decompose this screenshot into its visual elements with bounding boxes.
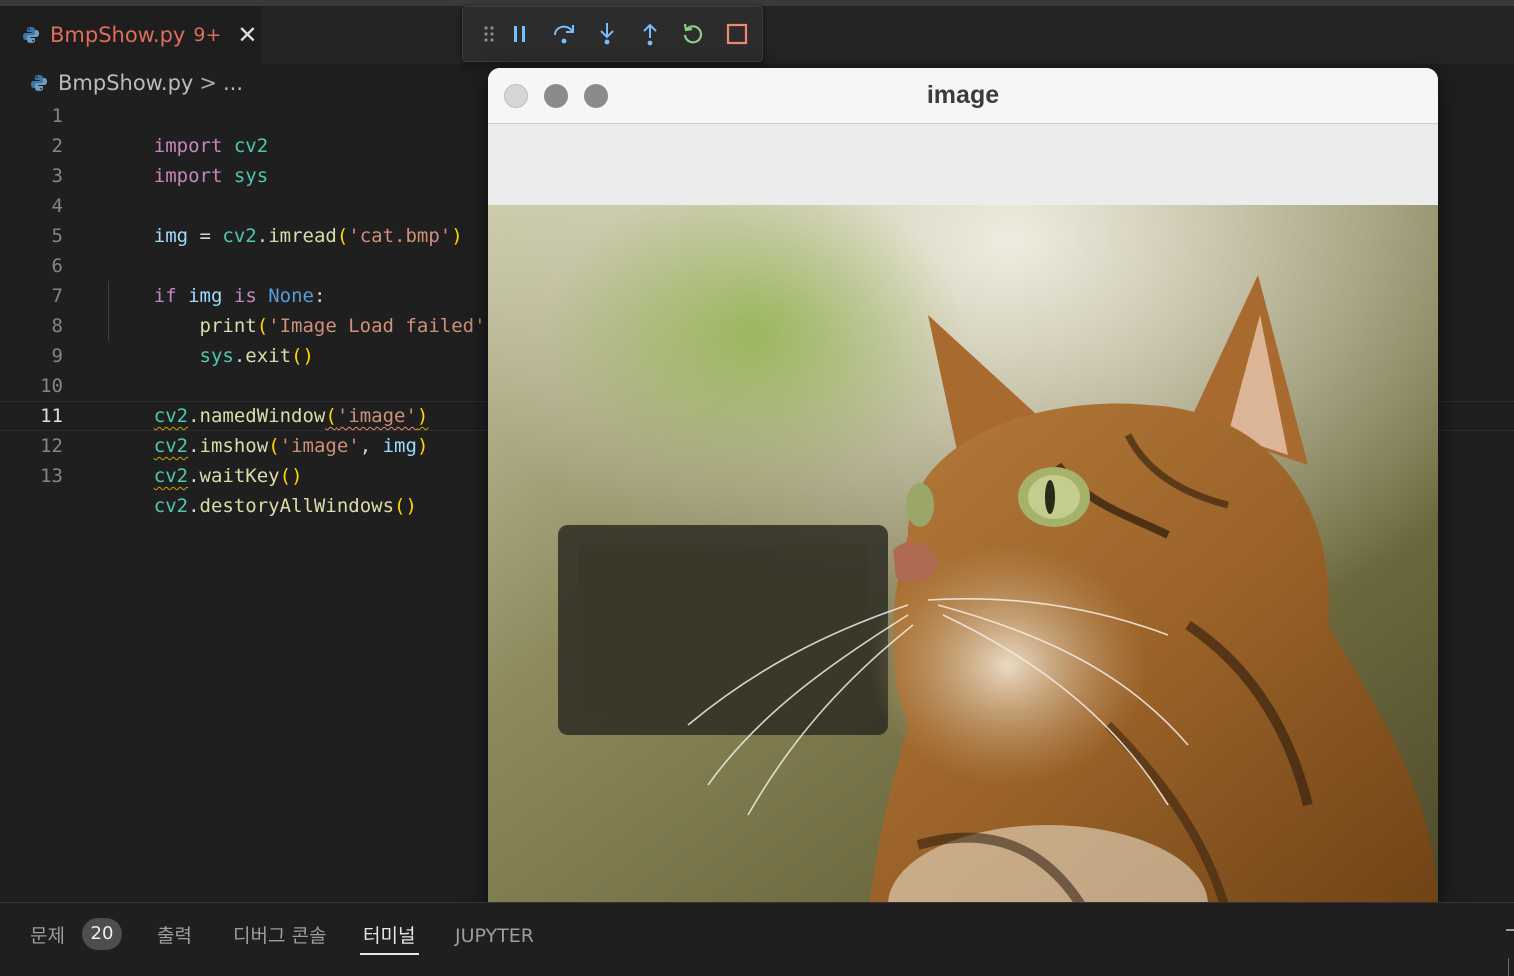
editor-tab-bmpshow[interactable]: BmpShow.py 9+ ✕: [0, 6, 262, 64]
chevron-right-icon: >: [199, 71, 217, 95]
line-number: 2: [51, 135, 63, 157]
image-window[interactable]: image: [488, 68, 1438, 917]
step-out-icon[interactable]: [637, 21, 663, 47]
image-window-title: image: [926, 81, 1000, 109]
panel-minimize-icon[interactable]: [1506, 929, 1514, 931]
tab-filename: BmpShow.py: [50, 23, 186, 47]
line-number: 3: [51, 165, 63, 187]
close-icon[interactable]: ✕: [237, 23, 257, 47]
line-number: 6: [51, 255, 63, 277]
tab-problems-badge: 9+: [193, 24, 222, 46]
image-window-titlebar[interactable]: image: [488, 68, 1438, 124]
line-number: 1: [51, 105, 63, 127]
image-window-toolbar: [488, 124, 1438, 205]
pause-icon[interactable]: [507, 21, 533, 47]
cat-photo: [488, 205, 1438, 917]
active-tab-underline: [360, 953, 419, 955]
breadcrumb[interactable]: BmpShow.py > ...: [30, 68, 243, 98]
line-number: 8: [51, 315, 63, 337]
tab-debug-console[interactable]: 디버그 콘솔: [233, 921, 326, 951]
panel-divider: [1508, 958, 1509, 976]
line-number: 12: [40, 435, 63, 457]
restart-icon[interactable]: [680, 21, 706, 47]
line-number: 7: [51, 285, 63, 307]
tab-problems[interactable]: 문제: [30, 921, 65, 951]
line-number-gutter: 1 2 3 4 5 6 7 8 9 10 11 12 13: [0, 101, 80, 491]
line-number: 4: [51, 195, 63, 217]
tab-output[interactable]: 출력: [157, 921, 192, 951]
bottom-panel-bar: 문제 20 출력 디버그 콘솔 터미널 JUPYTER: [0, 902, 1514, 976]
step-over-icon[interactable]: [551, 21, 577, 47]
line-number: 9: [51, 345, 63, 367]
python-file-icon: [30, 74, 48, 92]
line-number-active: 11: [40, 405, 63, 427]
line-number: 13: [40, 465, 63, 487]
breadcrumb-file[interactable]: BmpShow.py: [58, 71, 193, 95]
drag-handle-icon[interactable]: [477, 21, 503, 47]
tab-jupyter[interactable]: JUPYTER: [455, 921, 534, 951]
python-file-icon: [22, 26, 40, 44]
problems-count-badge: 20: [82, 918, 122, 950]
line-number: 10: [40, 375, 63, 397]
step-into-icon[interactable]: [594, 21, 620, 47]
stop-icon[interactable]: [724, 21, 750, 47]
debug-toolbar: [462, 6, 763, 62]
tab-terminal[interactable]: 터미널: [363, 921, 415, 951]
breadcrumb-more[interactable]: ...: [223, 71, 243, 95]
line-number: 5: [51, 225, 63, 247]
